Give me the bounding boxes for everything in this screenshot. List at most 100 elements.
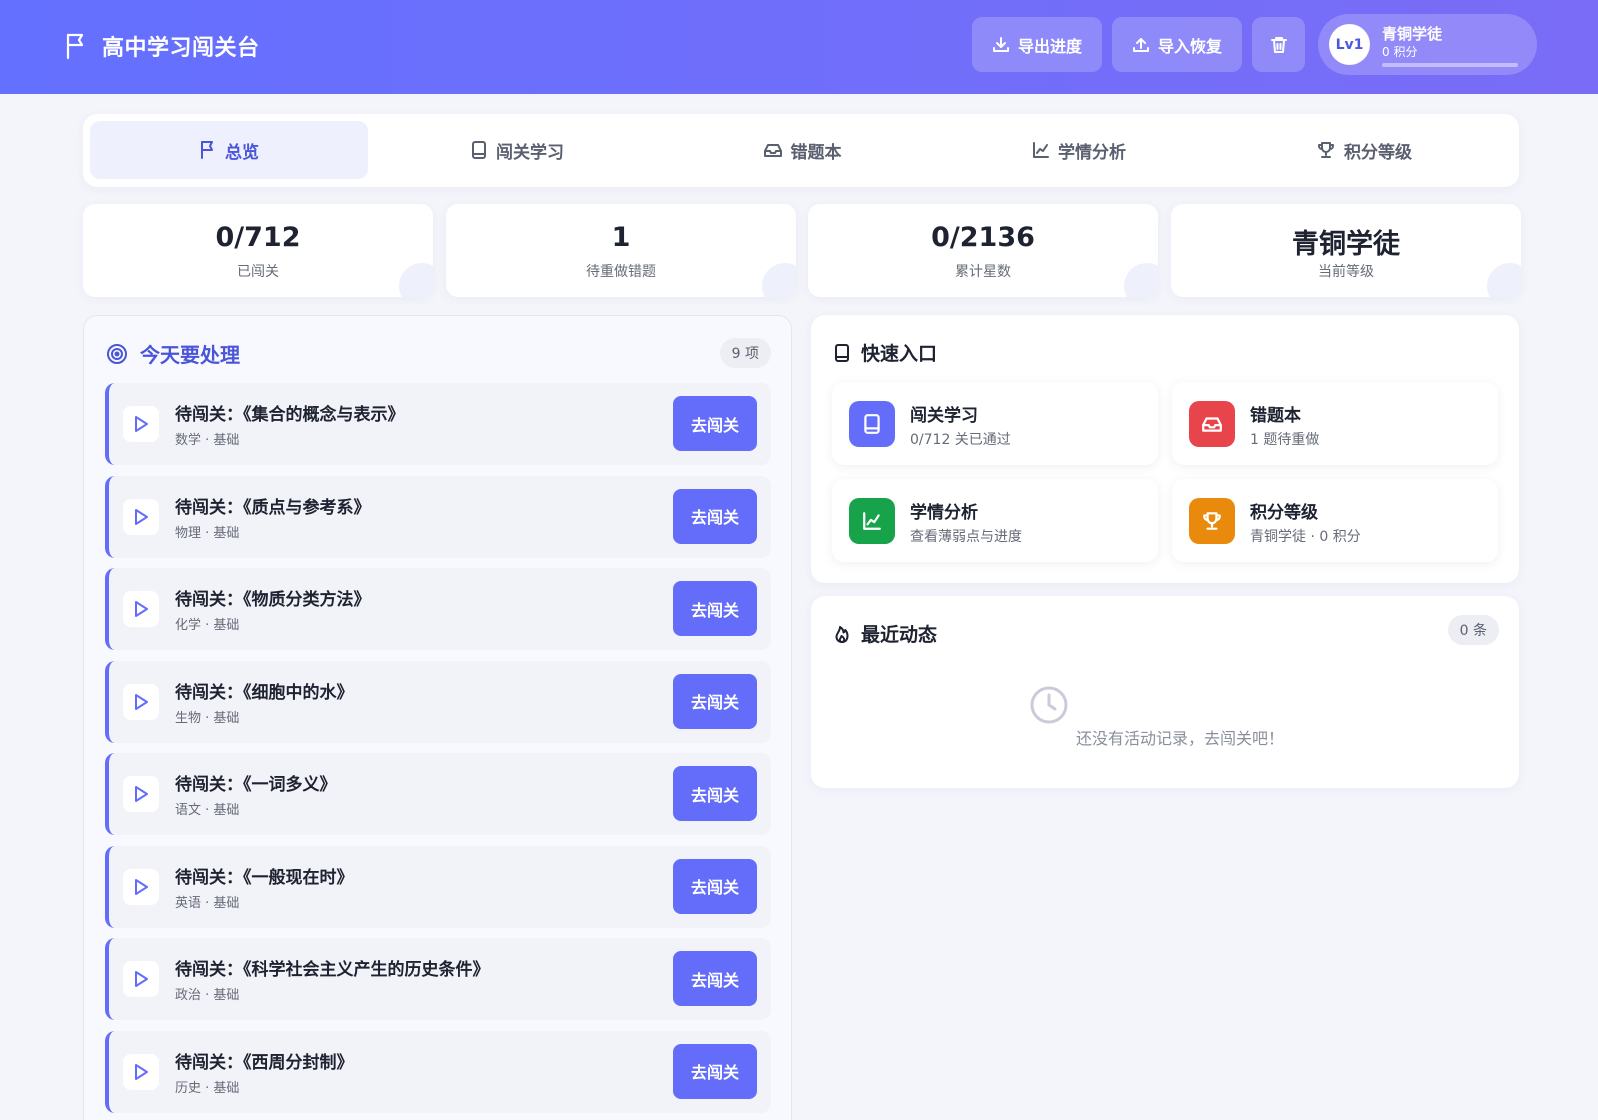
recent-activity-panel: 最近动态 0 条 还没有活动记录，去闯关吧！ [811,596,1519,788]
quick-link-subtitle: 1 题待重做 [1250,432,1320,448]
book-icon [470,140,496,160]
stat-label: 待重做错题 [586,264,656,280]
level-badge: Lv1 [1329,24,1370,65]
task-subtitle: 历史 · 基础 [175,1080,240,1096]
task-subtitle: 化学 · 基础 [175,618,240,633]
chart-icon [849,498,895,544]
task-subtitle: 物理 · 基础 [175,525,240,541]
task-title: 待闯关：《集合的概念与表示》 [175,405,405,425]
trash-icon [1270,36,1288,54]
task-subtitle: 语文 · 基础 [175,803,240,818]
play-icon [123,406,159,442]
start-level-button[interactable]: 去闯关 [673,1043,757,1099]
play-icon [123,868,159,905]
quick-access-title: 快速入口 [861,343,938,365]
target-icon [106,343,140,365]
tab-label: 积分等级 [1344,142,1412,163]
export-progress-button[interactable]: 导出进度 [972,17,1102,72]
play-icon [123,776,159,812]
book-icon [849,401,895,447]
start-level-button[interactable]: 去闯关 [673,673,757,729]
stat-label: 已闯关 [237,264,279,280]
stat-card-levels-cleared: 0/712 已闯关 [83,204,433,297]
today-tasks-panel: 今天要处理 9 项 待闯关：《集合的概念与表示》 数学 · 基础 去闯关 待闯关：《质… [83,315,792,1120]
start-level-button[interactable]: 去闯关 [673,766,757,821]
tab-levels[interactable]: 闯关学习 [378,121,656,179]
quick-link-title: 积分等级 [1250,503,1318,523]
stat-label: 当前等级 [1318,264,1374,280]
import-label: 导入恢复 [1157,36,1222,56]
task-subtitle: 数学 · 基础 [175,433,240,448]
app-title: 高中学习闯关台 [102,36,260,61]
tab-label: 学情分析 [1058,142,1126,163]
start-level-button[interactable]: 去闯关 [673,581,757,636]
tab-label: 错题本 [790,142,842,163]
recent-count-badge: 0 条 [1447,615,1499,645]
task-title: 待闯关：《一般现在时》 [175,867,354,888]
play-icon [123,683,159,720]
task-item: 待闯关：《科学社会主义产生的历史条件》 政治 · 基础 去闯关 [105,938,771,1020]
task-item: 待闯关：《一词多义》语文 · 基础 去闯关 [105,753,771,835]
inbox-icon [1189,401,1235,447]
task-item: 待闯关：《物质分类方法》化学 · 基础 去闯关 [105,568,771,650]
clear-data-button[interactable] [1252,17,1305,72]
tab-label: 总览 [225,142,259,163]
chart-icon [1032,141,1058,159]
task-title: 待闯关：《西周分封制》 [175,1052,354,1073]
quick-link-title: 闯关学习 [910,406,978,426]
quick-link-levels[interactable]: 闯关学习 0/712 关已通过 [832,382,1158,465]
flame-icon [833,624,861,644]
quick-link-subtitle: 查看薄弱点与进度 [910,529,1022,545]
play-icon [123,498,159,535]
start-level-button[interactable]: 去闯关 [673,858,757,914]
stat-card-level: 青铜学徒 当前等级 [1171,204,1521,297]
task-title: 待闯关：《一词多义》 [175,775,337,795]
task-title: 待闯关：《科学社会主义产生的历史条件》 [175,960,490,980]
quick-link-subtitle: 0/712 关已通过 [910,432,1011,448]
user-level-title: 青铜学徒 [1382,25,1443,43]
quick-link-title: 错题本 [1250,406,1301,426]
stat-value: 1 [611,222,631,253]
clock-icon [1029,685,1069,725]
task-item: 待闯关：《质点与参考系》 物理 · 基础 去闯关 [105,475,771,558]
task-item: 待闯关：《集合的概念与表示》数学 · 基础 去闯关 [105,383,771,465]
task-title: 待闯关：《细胞中的水》 [175,682,354,703]
stat-card-stars: 0/2136 累计星数 [808,204,1158,297]
quick-link-analysis[interactable]: 学情分析 查看薄弱点与进度 [832,479,1158,562]
tab-analysis[interactable]: 学情分析 [940,121,1218,179]
task-subtitle: 生物 · 基础 [175,710,240,726]
tab-points[interactable]: 积分等级 [1225,121,1503,179]
flag-icon [199,140,225,160]
recent-activity-title: 最近动态 [861,624,938,646]
today-title: 今天要处理 [140,343,240,367]
tab-overview[interactable]: 总览 [90,121,368,179]
quick-link-subtitle: 青铜学徒 · 0 积分 [1250,529,1361,545]
recent-activity-header: 最近动态 [833,620,937,647]
task-item: 待闯关：《一般现在时》英语 · 基础 去闯关 [105,845,771,928]
task-subtitle: 英语 · 基础 [175,895,240,911]
app-header: 高中学习闯关台 导出进度 导入恢复 Lv1 青铜学徒 0 积分 [0,0,1598,94]
stat-card-mistakes: 1 待重做错题 [446,204,796,297]
task-title: 待闯关：《物质分类方法》 [175,590,371,610]
brand: 高中学习闯关台 [64,30,260,62]
export-label: 导出进度 [1017,36,1082,56]
task-item: 待闯关：《西周分封制》历史 · 基础 去闯关 [105,1030,771,1113]
user-points: 0 积分 [1382,45,1418,59]
tab-mistakes[interactable]: 错题本 [663,121,941,179]
quick-access-header: 快速入口 [833,339,937,366]
import-restore-button[interactable]: 导入恢复 [1112,17,1242,72]
level-progress-bar [1382,63,1518,67]
stat-value: 0/712 [215,222,301,253]
start-level-button[interactable]: 去闯关 [673,488,757,544]
play-icon [123,591,159,627]
start-level-button[interactable]: 去闯关 [673,951,757,1006]
start-level-button[interactable]: 去闯关 [673,396,757,451]
task-item: 待闯关：《细胞中的水》生物 · 基础 去闯关 [105,660,771,743]
play-icon [123,1053,159,1090]
quick-link-mistakes[interactable]: 错题本 1 题待重做 [1172,382,1498,465]
trophy-icon [1189,498,1235,544]
stat-value: 青铜学徒 [1292,229,1400,260]
play-icon [123,961,159,997]
quick-link-points[interactable]: 积分等级 青铜学徒 · 0 积分 [1172,479,1498,562]
user-profile[interactable]: Lv1 青铜学徒 0 积分 [1318,14,1537,75]
